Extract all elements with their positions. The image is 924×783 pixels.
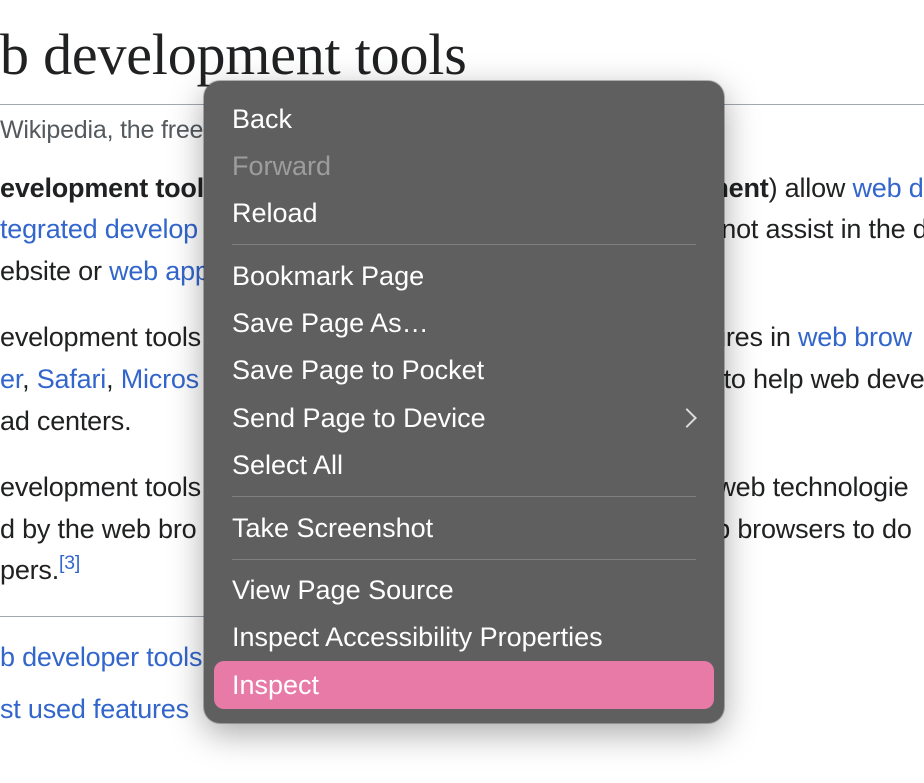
menu-forward: Forward [214, 142, 714, 189]
link-web-developers[interactable]: web d [853, 173, 924, 203]
menu-item-label: Reload [232, 197, 318, 229]
link-safari[interactable]: Safari [37, 364, 106, 394]
menu-bookmark-page[interactable]: Bookmark Page [214, 252, 714, 299]
text-fragment: d by the web bro [0, 514, 196, 544]
text-fragment: ) allow [769, 173, 853, 203]
menu-reload[interactable]: Reload [214, 190, 714, 237]
text-fragment: evelopment tools [0, 472, 201, 502]
menu-separator [232, 244, 696, 245]
menu-item-label: Send Page to Device [232, 402, 486, 434]
link-microsoft[interactable]: Micros [121, 364, 199, 394]
link-web-browsers[interactable]: web brow [798, 322, 912, 352]
context-menu: Back Forward Reload Bookmark Page Save P… [204, 81, 724, 723]
menu-item-label: Inspect [232, 669, 319, 701]
bold-term: evelopment tools [0, 173, 219, 203]
menu-item-label: Inspect Accessibility Properties [232, 621, 603, 653]
menu-save-page-as[interactable]: Save Page As… [214, 300, 714, 347]
text-fragment: ebsite or [0, 256, 109, 286]
text-fragment: s to help web deve [703, 364, 924, 394]
menu-take-screenshot[interactable]: Take Screenshot [214, 504, 714, 551]
menu-item-label: Bookmark Page [232, 260, 424, 292]
chevron-right-icon [677, 408, 697, 428]
menu-item-label: Save Page As… [232, 307, 429, 339]
menu-inspect-accessibility[interactable]: Inspect Accessibility Properties [214, 614, 714, 661]
menu-item-label: View Page Source [232, 574, 454, 606]
reference-3[interactable]: [3] [59, 552, 80, 574]
menu-send-to-device[interactable]: Send Page to Device [214, 394, 714, 441]
link-web-app[interactable]: web app [109, 256, 210, 286]
text-fragment: evelopment tools [0, 322, 201, 352]
menu-item-label: Take Screenshot [232, 512, 433, 544]
menu-item-label: Forward [232, 150, 331, 182]
menu-separator [232, 496, 696, 497]
link-integrated-dev-env[interactable]: tegrated develop [0, 214, 198, 244]
menu-separator [232, 559, 696, 560]
menu-save-to-pocket[interactable]: Save Page to Pocket [214, 347, 714, 394]
text-fragment: ad centers. [0, 406, 131, 436]
text-fragment: , [106, 364, 121, 394]
text-fragment: not assist in the d [714, 214, 924, 244]
link-ie[interactable]: er [0, 364, 22, 394]
menu-back[interactable]: Back [214, 95, 714, 142]
menu-inspect[interactable]: Inspect [214, 661, 714, 708]
menu-item-label: Select All [232, 449, 343, 481]
text-fragment: , [22, 364, 37, 394]
menu-item-label: Back [232, 103, 292, 135]
menu-view-page-source[interactable]: View Page Source [214, 567, 714, 614]
menu-item-label: Save Page to Pocket [232, 354, 484, 386]
menu-select-all[interactable]: Select All [214, 442, 714, 489]
text-fragment: eb browsers to do [700, 514, 911, 544]
text-fragment: pers. [0, 555, 59, 585]
